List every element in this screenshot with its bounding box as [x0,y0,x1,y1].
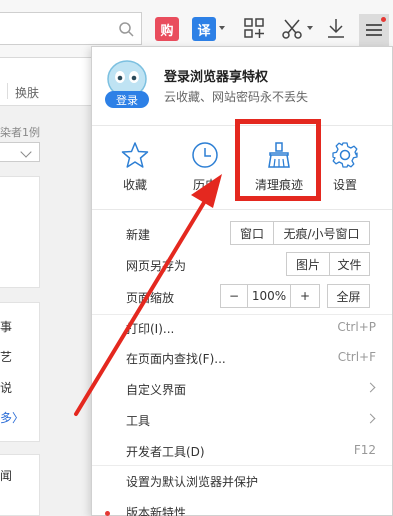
login-title[interactable]: 登录浏览器享特权 [164,66,268,85]
quick-favorites-label: 收藏 [122,178,147,192]
download-icon[interactable] [325,17,347,39]
menu-item-print[interactable]: 打印(I)... Ctrl+P [126,315,376,339]
chevron-right-icon [365,382,376,393]
scissors-icon[interactable] [280,17,304,41]
menu-item-customize[interactable]: 自定义界面 [126,376,376,400]
clock-icon [192,142,218,168]
background-list-item[interactable]: 事 [0,318,12,335]
customize-label: 自定义界面 [126,383,187,397]
notification-dot [381,17,386,22]
divider [92,465,392,466]
set-default-label: 设置为默认浏览器并保护 [126,475,259,489]
menu-item-set-default[interactable]: 设置为默认浏览器并保护 [126,468,376,492]
background-card: 事 艺 说 多〉 [0,302,40,442]
annotation-highlight-box [235,119,321,201]
new-incognito-window-button[interactable]: 无痕/小号窗口 [273,221,370,245]
zoom-out-button[interactable]: − [220,284,248,308]
quick-history[interactable]: 历史 [179,135,231,197]
new-features-label: 版本新特性 [126,506,187,516]
menu-item-tools[interactable]: 工具 [126,407,376,431]
devtools-label: 开发者工具(D) [126,445,205,459]
login-badge-label: 登录 [116,93,138,107]
chevron-right-icon [365,413,376,424]
background-list-item[interactable]: 闻 [0,467,12,484]
apps-icon[interactable] [243,17,265,39]
print-shortcut: Ctrl+P [337,320,376,334]
background-card [0,176,40,288]
chevron-down-icon[interactable] [219,26,225,30]
divider [7,83,8,99]
save-as-label: 网页另存为 [126,259,187,273]
new-label: 新建 [126,228,151,242]
menu-row-save-as: 网页另存为 图片 文件 [126,252,376,276]
skin-link[interactable]: 换肤 [15,84,39,101]
zoom-in-button[interactable]: + [290,284,320,308]
avatar[interactable]: 登录 [104,57,150,109]
menu-icon [366,24,382,36]
quick-settings-label: 设置 [332,178,357,192]
gear-icon [332,142,358,168]
background-author-text: 染者1例 [0,126,40,139]
background-more-link[interactable]: 多〉 [0,409,24,426]
quick-settings[interactable]: 设置 [319,135,371,197]
login-subtitle: 云收藏、网站密码永不丢失 [164,90,309,104]
background-list-item[interactable]: 说 [0,379,12,396]
quick-history-label: 历史 [192,178,217,192]
background-list-item[interactable]: 艺 [0,348,12,365]
background-card: 闻 [0,454,40,516]
find-shortcut: Ctrl+F [337,350,376,364]
quick-favorites[interactable]: 收藏 [109,135,161,197]
save-image-button[interactable]: 图片 [286,252,330,276]
save-file-button[interactable]: 文件 [329,252,370,276]
tools-label: 工具 [126,414,151,428]
new-features-dot [105,511,110,516]
search-icon[interactable] [118,21,134,37]
main-menu-dropdown: 登录 登录浏览器享特权 云收藏、网站密码永不丢失 收藏 历史 清理痕迹 设置 新… [91,46,393,516]
new-window-button[interactable]: 窗口 [230,221,274,245]
translate-button[interactable]: 译 [192,17,216,41]
shopping-button[interactable]: 购 [155,17,179,41]
menu-item-new-features[interactable]: 版本新特性 [126,499,376,516]
menu-row-new: 新建 窗口 无痕/小号窗口 [126,221,376,245]
star-icon [121,142,149,168]
main-menu-button[interactable] [359,14,389,46]
devtools-shortcut: F12 [353,443,376,457]
divider [92,209,392,210]
zoom-label: 页面缩放 [126,291,175,305]
print-label: 打印(I)... [126,322,175,336]
fullscreen-button[interactable]: 全屏 [327,284,370,308]
zoom-level-display: 100% [247,284,291,308]
chevron-down-icon[interactable] [307,26,313,30]
menu-item-find[interactable]: 在页面内查找(F)... Ctrl+F [126,345,376,369]
find-label: 在页面内查找(F)... [126,352,226,366]
menu-item-devtools[interactable]: 开发者工具(D) F12 [126,438,376,462]
menu-row-zoom: 页面缩放 − 100% + 全屏 [126,284,376,308]
